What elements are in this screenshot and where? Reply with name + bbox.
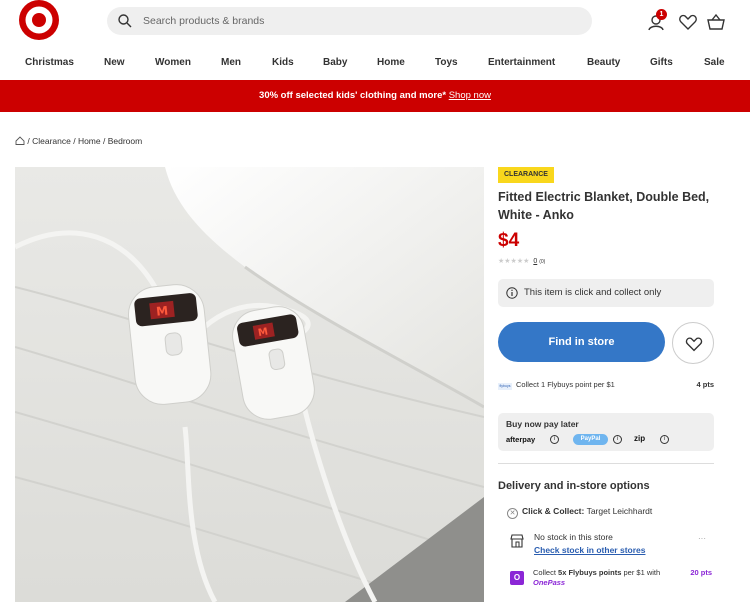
main-nav: Christmas New Women Men Kids Baby Home T… (0, 52, 750, 76)
click-collect-label: Click & Collect: (522, 506, 585, 516)
search-input[interactable] (143, 11, 573, 31)
breadcrumb-sep: / (70, 136, 78, 146)
close-icon: ✕ (507, 508, 518, 519)
zip-logo[interactable]: zip (634, 434, 645, 443)
nav-item-toys[interactable]: Toys (435, 57, 458, 68)
afterpay-info-icon[interactable]: i (550, 435, 559, 444)
rating[interactable]: ★★★★★ 0 (0) (498, 257, 545, 265)
search-bar[interactable] (107, 7, 592, 35)
heart-icon[interactable] (677, 11, 699, 33)
svg-text:M: M (155, 304, 168, 319)
no-stock-block: No stock in this store Check stock in ot… (534, 532, 645, 555)
header: 1 (0, 0, 750, 44)
onepass-text: Collect 5x Flybuys points per $1 with On… (533, 568, 660, 588)
nav-item-new[interactable]: New (104, 57, 125, 68)
flybuys-points: 4 pts (696, 380, 714, 389)
svg-text:M: M (257, 326, 269, 339)
review-count-small: (0) (539, 259, 546, 265)
click-collect-store: Target Leichhardt (586, 506, 653, 516)
more-options-icon[interactable]: ··· (698, 534, 706, 543)
target-logo-icon[interactable] (17, 0, 61, 44)
delivery-heading: Delivery and in-store options (498, 480, 650, 492)
nav-item-kids[interactable]: Kids (272, 57, 294, 68)
paypal-info-icon[interactable]: i (613, 435, 622, 444)
review-count[interactable]: 0 (533, 258, 537, 265)
home-icon[interactable] (15, 136, 25, 145)
bnpl-heading: Buy now pay later (506, 419, 579, 429)
add-to-wishlist-button[interactable] (672, 322, 714, 364)
promo-text: 30% off selected kids' clothing and more… (259, 90, 447, 101)
search-icon[interactable] (117, 13, 133, 29)
onepass-points: 20 pts (690, 568, 712, 577)
basket-icon[interactable] (705, 11, 727, 33)
check-stock-link[interactable]: Check stock in other stores (534, 545, 645, 555)
paypal-logo[interactable]: PayPal (573, 434, 608, 445)
nav-item-men[interactable]: Men (221, 57, 241, 68)
onepass-prefix: Collect (533, 568, 556, 577)
nav-item-home[interactable]: Home (377, 57, 405, 68)
account-badge: 1 (656, 9, 667, 20)
product-price: $4 (498, 230, 520, 251)
info-icon (506, 287, 518, 299)
availability-note: This item is click and collect only (524, 287, 662, 298)
nav-item-baby[interactable]: Baby (323, 57, 347, 68)
nav-item-sale[interactable]: Sale (704, 57, 725, 68)
nav-item-entertainment[interactable]: Entertainment (488, 57, 555, 68)
find-in-store-button[interactable]: Find in store (498, 322, 665, 362)
flybuys-text: Collect 1 Flybuys point per $1 (516, 380, 615, 389)
onepass-row: O Collect 5x Flybuys points per $1 with … (510, 568, 714, 590)
onepass-brand: OnePass (533, 578, 566, 587)
breadcrumb-bedroom[interactable]: Bedroom (108, 136, 143, 146)
breadcrumb-sep: / (100, 136, 108, 146)
afterpay-logo[interactable]: afterpay (506, 435, 535, 444)
nav-item-christmas[interactable]: Christmas (25, 57, 74, 68)
flybuys-logo-icon: flybuys (498, 383, 512, 390)
onepass-logo-icon: O (510, 571, 524, 585)
click-collect-notice: This item is click and collect only (498, 279, 714, 307)
nav-item-gifts[interactable]: Gifts (650, 57, 673, 68)
product-image[interactable]: M M (15, 167, 484, 602)
store-icon (510, 534, 524, 548)
onepass-suffix: per $1 with (623, 568, 661, 577)
breadcrumb-home[interactable]: Home (78, 136, 101, 146)
onepass-bold: 5x Flybuys points (558, 568, 622, 577)
nav-item-beauty[interactable]: Beauty (587, 57, 620, 68)
heart-icon (685, 337, 703, 352)
flybuys-row: flybuys Collect 1 Flybuys point per $1 4 … (498, 377, 714, 393)
nav-item-women[interactable]: Women (155, 57, 191, 68)
breadcrumb-clearance[interactable]: Clearance (32, 136, 71, 146)
zip-info-icon[interactable]: i (660, 435, 669, 444)
clearance-tag: CLEARANCE (498, 167, 554, 183)
breadcrumb: / Clearance / Home / Bedroom (15, 136, 142, 146)
click-collect-row: ✕ Click & Collect: Target Leichhardt (507, 506, 652, 519)
promo-banner: 30% off selected kids' clothing and more… (0, 80, 750, 112)
product-title: Fitted Electric Blanket, Double Bed, Whi… (498, 190, 710, 222)
promo-shop-now-link[interactable]: Shop now (449, 90, 491, 101)
no-stock-text: No stock in this store (534, 532, 613, 542)
rating-stars: ★★★★★ (498, 258, 530, 265)
buy-now-pay-later: Buy now pay later afterpay i PayPal i zi… (498, 413, 714, 451)
divider (498, 463, 714, 464)
